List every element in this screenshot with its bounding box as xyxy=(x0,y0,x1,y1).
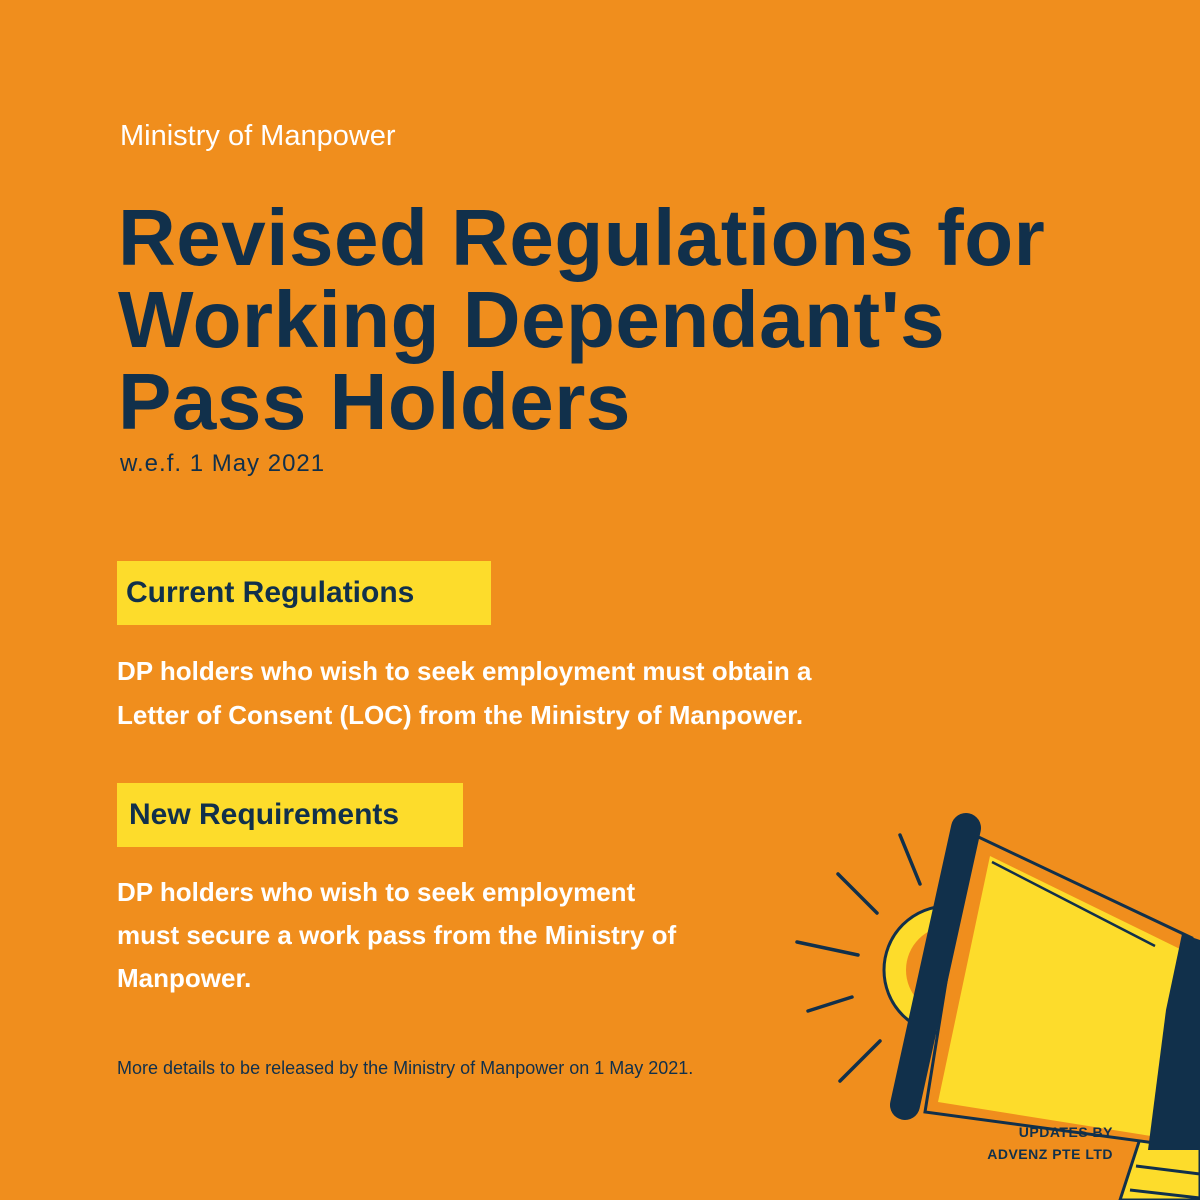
credit-line: ADVENZ PTE LTD xyxy=(987,1146,1113,1162)
paragraph-line: DP holders who wish to seek employment xyxy=(117,877,636,907)
page-title-line: Revised Regulations for xyxy=(118,193,1046,282)
sound-wave-line xyxy=(838,1039,882,1083)
page-title-line: Pass Holders xyxy=(118,357,631,446)
footnote: More details to be released by the Minis… xyxy=(117,1058,694,1078)
section-heading-current-regulations: Current Regulations xyxy=(117,561,491,625)
sound-wave-line xyxy=(836,872,879,915)
new-requirements-text: DP holders who wish to seek employment m… xyxy=(117,871,676,1000)
paragraph-line: Manpower. xyxy=(117,963,252,993)
sound-wave-line xyxy=(806,995,854,1013)
credit: UPDATES BY ADVENZ PTE LTD xyxy=(987,1121,1113,1165)
paragraph-line: Letter of Consent (LOC) from the Ministr… xyxy=(117,700,804,730)
paragraph-line: DP holders who wish to seek employment m… xyxy=(117,656,812,686)
paragraph-line: must secure a work pass from the Ministr… xyxy=(117,920,677,950)
page-title: Revised Regulations for Working Dependan… xyxy=(118,197,1045,443)
current-regulations-text: DP holders who wish to seek employment m… xyxy=(117,649,811,737)
sound-wave-line xyxy=(795,940,860,957)
page-title-line: Working Dependant's xyxy=(118,275,946,364)
sound-wave-line xyxy=(898,833,922,886)
effective-date: w.e.f. 1 May 2021 xyxy=(120,450,326,477)
ministry-label: Ministry of Manpower xyxy=(120,120,396,152)
credit-line: UPDATES BY xyxy=(1018,1124,1113,1140)
section-heading-new-requirements: New Requirements xyxy=(117,783,463,847)
